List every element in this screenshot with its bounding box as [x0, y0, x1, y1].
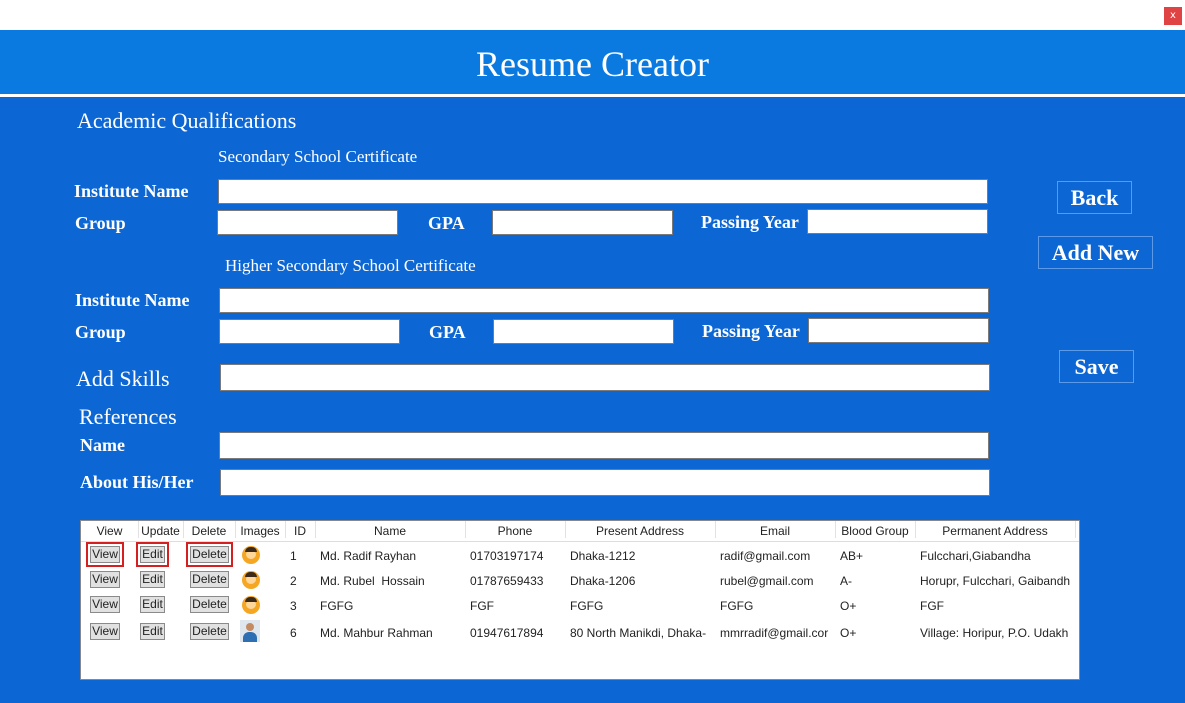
- header-present-address[interactable]: Present Address: [565, 521, 716, 538]
- cell-blood-group: A-: [840, 574, 852, 588]
- cell-email: mmrradif@gmail.cor: [720, 626, 829, 640]
- academic-heading: Academic Qualifications: [77, 108, 297, 133]
- cell-id: 1: [290, 549, 297, 563]
- ssc-passing-year-input[interactable]: [807, 209, 988, 234]
- close-button[interactable]: x: [1164, 7, 1182, 25]
- view-button[interactable]: View: [86, 542, 124, 567]
- cell-id: 3: [290, 599, 297, 613]
- reference-name-label: Name: [80, 435, 125, 455]
- hsc-gpa-label: GPA: [429, 322, 466, 342]
- cell-id: 6: [290, 626, 297, 640]
- hsc-group-input[interactable]: [219, 319, 400, 344]
- edit-button[interactable]: Edit: [140, 623, 165, 640]
- header-delete[interactable]: Delete: [183, 521, 236, 538]
- cell-permanent-address: Fulcchari,Giabandha: [920, 549, 1031, 563]
- header-phone[interactable]: Phone: [465, 521, 566, 538]
- add-new-button[interactable]: Add New: [1038, 236, 1153, 269]
- cell-permanent-address: Village: Horipur, P.O. Udakh: [920, 626, 1069, 640]
- resume-grid[interactable]: View Update Delete Images ID Name Phone …: [80, 520, 1080, 680]
- header-view[interactable]: View: [81, 521, 139, 538]
- avatar-cartoon-icon: [242, 546, 260, 564]
- hsc-gpa-input[interactable]: [493, 319, 674, 344]
- edit-button[interactable]: Edit: [140, 571, 165, 588]
- hsc-passing-year-input[interactable]: [808, 318, 989, 343]
- cell-present-address: 80 North Manikdi, Dhaka-: [570, 626, 707, 640]
- hsc-group-label: Group: [75, 322, 126, 342]
- cell-permanent-address: FGF: [920, 599, 944, 613]
- cell-name: Md. Radif Rayhan: [320, 549, 417, 563]
- table-row[interactable]: View Edit Delete 1 Md. Radif Rayhan 0170…: [81, 542, 1079, 568]
- hsc-institute-input[interactable]: [219, 288, 989, 313]
- delete-button[interactable]: Delete: [190, 596, 229, 613]
- edit-button[interactable]: Edit: [136, 542, 169, 567]
- cell-present-address: Dhaka-1212: [570, 549, 636, 563]
- cell-name: FGFG: [320, 599, 354, 613]
- ssc-gpa-input[interactable]: [492, 210, 673, 235]
- app-title: Resume Creator: [476, 44, 709, 84]
- reference-about-input[interactable]: [220, 469, 990, 496]
- cell-email: FGFG: [720, 599, 754, 613]
- references-heading: References: [79, 404, 177, 429]
- ssc-institute-label: Institute Name: [74, 181, 189, 201]
- cell-present-address: FGFG: [570, 599, 604, 613]
- view-button[interactable]: View: [90, 596, 120, 613]
- cell-phone: 01787659433: [470, 574, 544, 588]
- hsc-passing-year-label: Passing Year: [702, 321, 800, 341]
- ssc-institute-input[interactable]: [218, 179, 988, 204]
- grid-header: View Update Delete Images ID Name Phone …: [81, 521, 1079, 542]
- skills-label: Add Skills: [76, 366, 170, 391]
- ssc-heading: Secondary School Certificate: [218, 147, 418, 166]
- cell-id: 2: [290, 574, 297, 588]
- hsc-institute-label: Institute Name: [75, 290, 190, 310]
- header-name[interactable]: Name: [315, 521, 466, 538]
- header-blood-group[interactable]: Blood Group: [835, 521, 916, 538]
- cell-email: rubel@gmail.com: [720, 574, 814, 588]
- cell-phone: 01947617894: [470, 626, 544, 640]
- reference-name-input[interactable]: [219, 432, 989, 459]
- header-email[interactable]: Email: [715, 521, 836, 538]
- header-update[interactable]: Update: [138, 521, 184, 538]
- cell-blood-group: O+: [840, 599, 857, 613]
- save-button[interactable]: Save: [1059, 350, 1134, 383]
- table-row[interactable]: View Edit Delete 2 Md. Rubel Hossain 017…: [81, 568, 1079, 593]
- ssc-group-label: Group: [75, 213, 126, 233]
- cell-name: Md. Rubel Hossain: [320, 574, 425, 588]
- cell-email: radif@gmail.com: [720, 549, 811, 563]
- header-permanent-address[interactable]: Permanent Address: [915, 521, 1076, 538]
- cell-phone: FGF: [470, 599, 494, 613]
- cell-present-address: Dhaka-1206: [570, 574, 636, 588]
- cell-blood-group: O+: [840, 626, 857, 640]
- delete-button[interactable]: Delete: [186, 542, 233, 567]
- cell-blood-group: AB+: [840, 549, 864, 563]
- table-row[interactable]: View Edit Delete 6 Md. Mahbur Rahman 019…: [81, 620, 1079, 645]
- avatar-cartoon-icon: [242, 571, 260, 589]
- cell-phone: 01703197174: [470, 549, 544, 563]
- cell-name: Md. Mahbur Rahman: [320, 626, 433, 640]
- table-row[interactable]: View Edit Delete 3 FGFG FGF FGFG FGFG O+…: [81, 593, 1079, 618]
- avatar-cartoon-icon: [242, 596, 260, 614]
- ssc-gpa-label: GPA: [428, 213, 465, 233]
- back-button[interactable]: Back: [1057, 181, 1132, 214]
- delete-button[interactable]: Delete: [190, 571, 229, 588]
- ssc-group-input[interactable]: [217, 210, 398, 235]
- view-button[interactable]: View: [90, 571, 120, 588]
- skills-input[interactable]: [220, 364, 990, 391]
- ssc-passing-year-label: Passing Year: [701, 212, 799, 232]
- header-images[interactable]: Images: [235, 521, 286, 538]
- delete-button[interactable]: Delete: [190, 623, 229, 640]
- avatar-photo-icon: [240, 620, 260, 642]
- reference-about-label: About His/Her: [80, 472, 194, 492]
- hsc-heading: Higher Secondary School Certificate: [225, 256, 476, 275]
- window-titlebar: x: [0, 0, 1185, 30]
- header-id[interactable]: ID: [285, 521, 316, 538]
- edit-button[interactable]: Edit: [140, 596, 165, 613]
- view-button[interactable]: View: [90, 623, 120, 640]
- cell-permanent-address: Horupr, Fulcchari, Gaibandh: [920, 574, 1071, 588]
